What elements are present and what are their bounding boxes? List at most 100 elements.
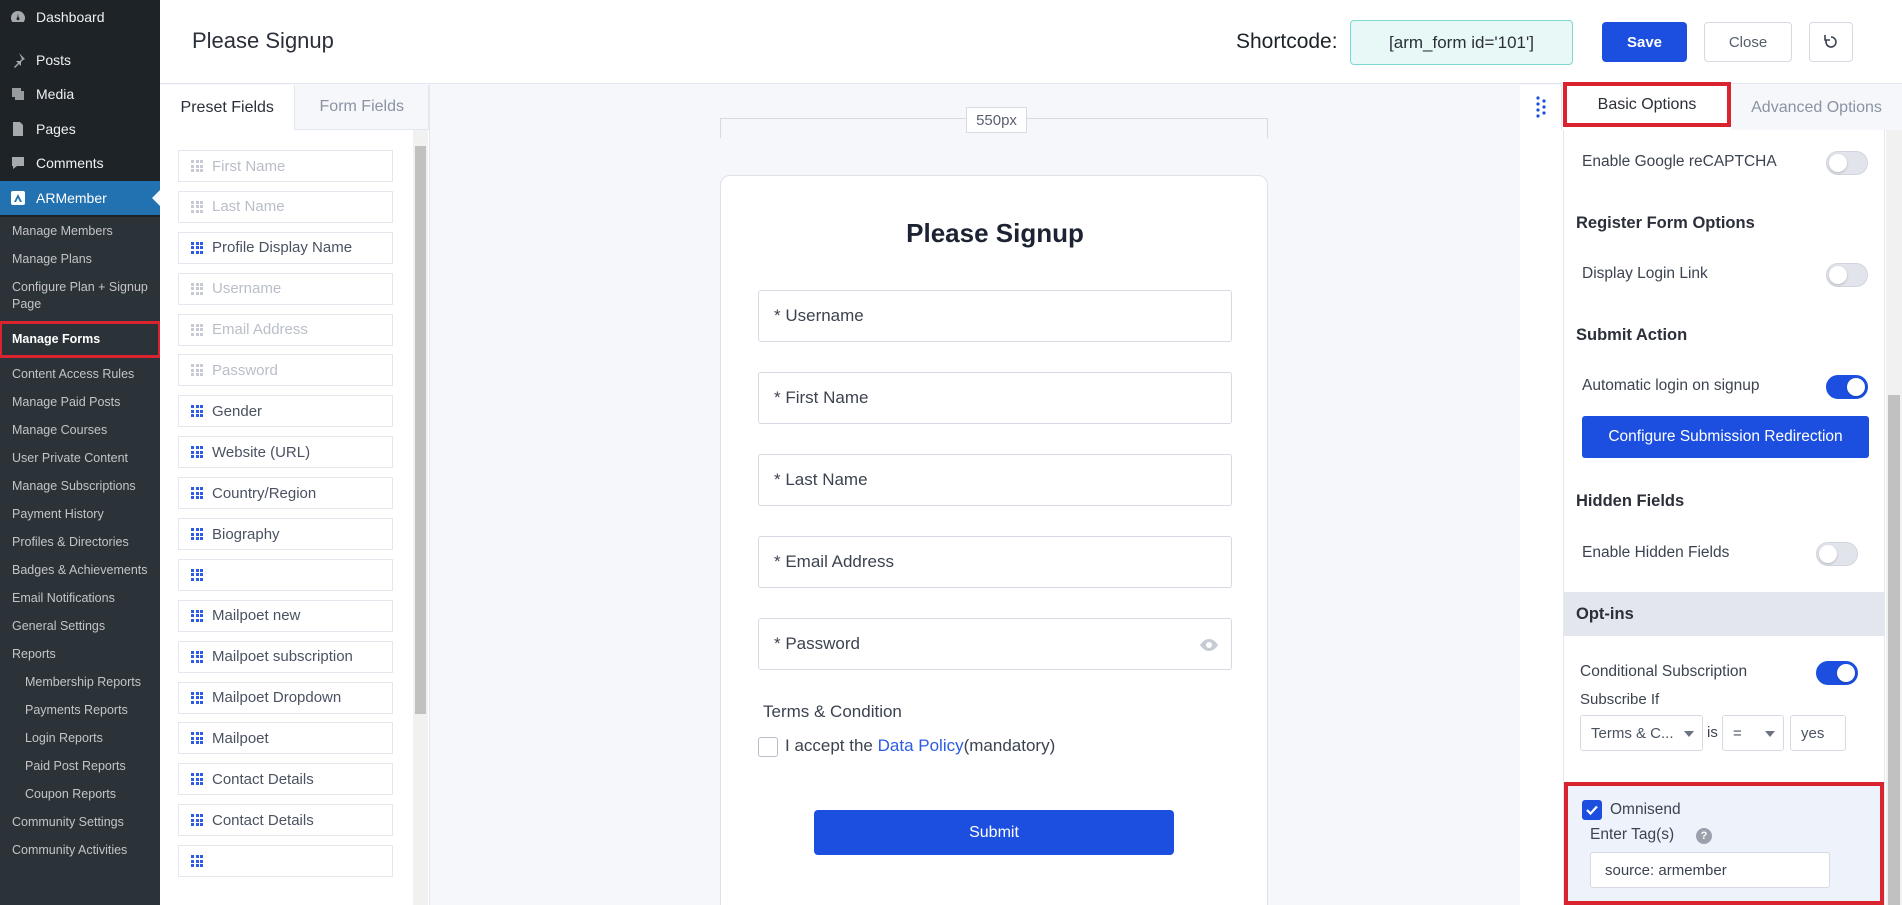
fields-scrollbar-thumb[interactable] xyxy=(415,146,426,714)
preset-field-item[interactable]: Contact Details xyxy=(178,804,393,837)
preset-field-item[interactable]: Mailpoet subscription xyxy=(178,640,393,673)
tab-preset-fields[interactable]: Preset Fields xyxy=(160,85,295,130)
terms-checkbox[interactable] xyxy=(758,737,778,757)
preset-field-item[interactable]: Password xyxy=(178,354,393,387)
preset-field-item[interactable]: Mailpoet xyxy=(178,722,393,755)
preset-field-item[interactable]: Last Name xyxy=(178,190,393,223)
submenu-payment-history[interactable]: Payment History xyxy=(0,506,160,523)
preset-field-label: Profile Display Name xyxy=(212,239,353,257)
preset-field-item[interactable]: Mailpoet Dropdown xyxy=(178,681,393,714)
login-link-toggle[interactable] xyxy=(1826,263,1868,287)
form-preview: Please Signup * Username * First Name * … xyxy=(720,175,1268,905)
first-name-field[interactable]: * First Name xyxy=(758,372,1232,424)
preset-field-label: Gender xyxy=(212,402,263,420)
preset-field-label: Country/Region xyxy=(212,484,317,502)
condition-field-select[interactable]: Terms & C... xyxy=(1580,715,1703,751)
submenu-email-notifications[interactable]: Email Notifications xyxy=(0,590,160,607)
condition-is-label: is xyxy=(1707,724,1718,741)
configure-redirection-button[interactable]: Configure Submission Redirection xyxy=(1582,416,1869,458)
terms-suffix: (mandatory) xyxy=(963,736,1056,755)
form-width-label[interactable]: 550px xyxy=(966,107,1027,133)
check-icon xyxy=(1586,805,1598,816)
submenu-paid-post-reports[interactable]: Paid Post Reports xyxy=(0,758,160,775)
preset-field-item[interactable]: Contact Details xyxy=(178,763,393,796)
hidden-fields-label: Enable Hidden Fields xyxy=(1582,544,1730,561)
tab-advanced-options[interactable]: Advanced Options xyxy=(1731,85,1902,130)
submenu-content-access-rules[interactable]: Content Access Rules xyxy=(0,366,160,383)
tags-input[interactable]: source: armember xyxy=(1590,852,1830,888)
panel-drag-handle[interactable] xyxy=(1520,85,1562,130)
preset-field-item[interactable]: Country/Region xyxy=(178,477,393,510)
drag-grid-icon xyxy=(191,814,203,827)
reset-button[interactable] xyxy=(1809,22,1853,62)
recaptcha-toggle[interactable] xyxy=(1826,151,1868,175)
eye-icon[interactable] xyxy=(1199,635,1219,655)
submenu-user-private-content[interactable]: User Private Content xyxy=(0,450,160,467)
omnisend-checkbox[interactable] xyxy=(1582,800,1602,820)
preset-field-item[interactable]: Gender xyxy=(178,395,393,428)
conditional-subscription-toggle[interactable] xyxy=(1816,661,1858,685)
menu-media[interactable]: Media xyxy=(0,77,160,112)
preset-field-label: Website (URL) xyxy=(212,443,311,461)
submenu-manage-subscriptions[interactable]: Manage Subscriptions xyxy=(0,478,160,495)
field-placeholder: * Password xyxy=(774,634,860,653)
drag-grid-icon xyxy=(191,405,203,418)
submenu-manage-paid-posts[interactable]: Manage Paid Posts xyxy=(0,394,160,411)
submenu-manage-courses[interactable]: Manage Courses xyxy=(0,422,160,439)
menu-comments[interactable]: Comments xyxy=(0,146,160,181)
save-button[interactable]: Save xyxy=(1602,22,1687,62)
condition-operator-select[interactable]: = xyxy=(1722,715,1784,751)
wp-admin-sidebar: Dashboard Posts Media Pages Comments ARM… xyxy=(0,0,161,905)
drag-grid-icon xyxy=(191,773,203,786)
submenu-manage-members[interactable]: Manage Members xyxy=(0,223,160,240)
preset-field-item[interactable] xyxy=(178,845,393,878)
options-scrollbar-thumb[interactable] xyxy=(1888,395,1900,905)
menu-posts[interactable]: Posts xyxy=(0,43,160,78)
username-field[interactable]: * Username xyxy=(758,290,1232,342)
condition-value-input[interactable]: yes xyxy=(1790,715,1846,751)
menu-label: Pages xyxy=(36,120,76,137)
submenu-profiles-directories[interactable]: Profiles & Directories xyxy=(0,534,160,551)
email-field[interactable]: * Email Address xyxy=(758,536,1232,588)
submenu-badges-achievements[interactable]: Badges & Achievements xyxy=(0,562,160,579)
submenu-configure-plan[interactable]: Configure Plan + Signup Page xyxy=(0,279,160,313)
preset-field-item[interactable]: Mailpoet new xyxy=(178,599,393,632)
submenu-coupon-reports[interactable]: Coupon Reports xyxy=(0,786,160,803)
menu-armember[interactable]: ARMember xyxy=(0,180,160,215)
preset-field-item[interactable]: Profile Display Name xyxy=(178,231,393,264)
submit-button[interactable]: Submit xyxy=(814,810,1174,855)
form-editor-header: Please Signup Shortcode: [arm_form id='1… xyxy=(160,0,1902,84)
data-policy-link[interactable]: Data Policy xyxy=(878,736,964,755)
menu-pages[interactable]: Pages xyxy=(0,112,160,147)
auto-login-toggle[interactable] xyxy=(1826,375,1868,399)
submenu-community-activities[interactable]: Community Activities xyxy=(0,842,160,859)
tab-basic-options[interactable]: Basic Options xyxy=(1563,82,1731,127)
register-options-heading: Register Form Options xyxy=(1576,214,1755,232)
comment-icon xyxy=(12,157,24,170)
drag-grid-icon xyxy=(191,323,203,336)
preset-field-item[interactable]: Username xyxy=(178,272,393,305)
submenu-membership-reports[interactable]: Membership Reports xyxy=(0,674,160,691)
submenu-manage-forms[interactable]: Manage Forms xyxy=(0,321,161,358)
submenu-payments-reports[interactable]: Payments Reports xyxy=(0,702,160,719)
submenu-community-settings[interactable]: Community Settings xyxy=(0,814,160,831)
submenu-login-reports[interactable]: Login Reports xyxy=(0,730,160,747)
help-icon[interactable]: ? xyxy=(1696,828,1712,844)
submenu-manage-plans[interactable]: Manage Plans xyxy=(0,251,160,268)
preset-field-item[interactable]: Email Address xyxy=(178,313,393,346)
preset-field-item[interactable] xyxy=(178,558,393,591)
preset-field-item[interactable]: Website (URL) xyxy=(178,436,393,469)
drag-grid-icon xyxy=(191,241,203,254)
hidden-fields-toggle[interactable] xyxy=(1816,542,1858,566)
last-name-field[interactable]: * Last Name xyxy=(758,454,1232,506)
submenu-general-settings[interactable]: General Settings xyxy=(0,618,160,635)
preset-field-item[interactable]: First Name xyxy=(178,150,393,182)
submenu-reports[interactable]: Reports xyxy=(0,646,160,663)
shortcode-field[interactable]: [arm_form id='101'] xyxy=(1350,20,1573,65)
menu-dashboard[interactable]: Dashboard xyxy=(0,0,160,35)
login-link-label: Display Login Link xyxy=(1582,265,1708,282)
password-field[interactable]: * Password xyxy=(758,618,1232,670)
tab-form-fields[interactable]: Form Fields xyxy=(294,85,429,130)
close-button[interactable]: Close xyxy=(1704,22,1792,62)
preset-field-item[interactable]: Biography xyxy=(178,518,393,551)
